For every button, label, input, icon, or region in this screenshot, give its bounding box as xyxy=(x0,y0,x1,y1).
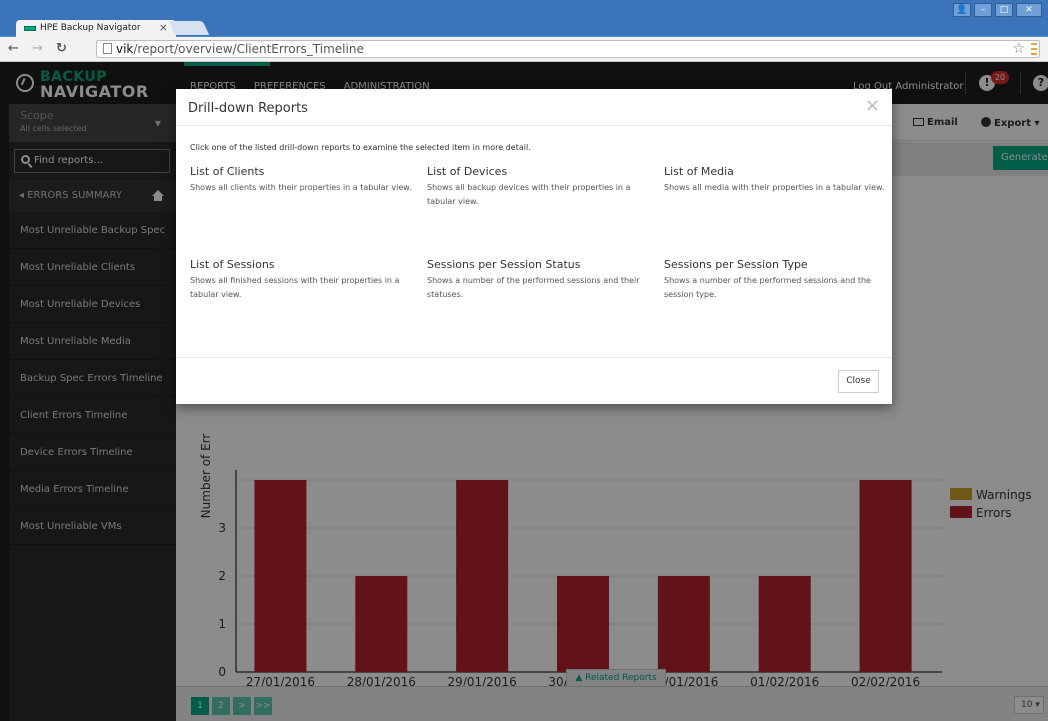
browser-toolbar: ← → ↻ vik/report/overview/ClientErrors_T… xyxy=(0,37,1048,62)
option-list-of-sessions[interactable]: List of Sessions Shows all finished sess… xyxy=(190,258,415,302)
option-list-of-media[interactable]: List of Media Shows all media with their… xyxy=(664,165,889,195)
browser-chrome: HPE Backup Navigator × 👤 – □ ✕ ← → ↻ vik… xyxy=(0,0,1048,62)
page-icon xyxy=(103,43,112,54)
browser-tab[interactable]: HPE Backup Navigator × xyxy=(16,20,176,37)
bookmark-star-icon[interactable]: ☆ xyxy=(1012,41,1025,57)
option-desc: Shows all media with their properties in… xyxy=(664,183,885,192)
maximize-icon[interactable]: □ xyxy=(995,3,1013,17)
option-title: List of Media xyxy=(664,165,734,178)
url-host: vik xyxy=(116,42,134,56)
option-desc: Shows a number of the performed sessions… xyxy=(664,276,871,299)
option-list-of-clients[interactable]: List of Clients Shows all clients with t… xyxy=(190,165,415,195)
close-button[interactable]: Close xyxy=(838,370,879,393)
option-title: Sessions per Session Type xyxy=(664,258,808,271)
option-desc: Shows all backup devices with their prop… xyxy=(427,183,631,206)
option-title: List of Devices xyxy=(427,165,508,178)
option-desc: Shows all clients with their properties … xyxy=(190,183,412,192)
modal-divider xyxy=(176,357,892,358)
minimize-icon[interactable]: – xyxy=(974,3,992,17)
option-desc: Shows a number of the performed sessions… xyxy=(427,276,640,299)
window-controls: 👤 – □ ✕ xyxy=(953,3,1042,19)
user-icon[interactable]: 👤 xyxy=(953,3,971,17)
option-title: List of Sessions xyxy=(190,258,275,271)
drilldown-modal: Drill-down Reports × Click one of the li… xyxy=(176,89,892,404)
modal-intro: Click one of the listed drill-down repor… xyxy=(190,143,531,152)
modal-divider xyxy=(176,125,892,126)
chrome-menu-icon[interactable] xyxy=(1031,43,1037,55)
url-path: /report/overview/ClientErrors_Timeline xyxy=(133,42,364,56)
close-icon[interactable]: × xyxy=(865,95,880,116)
option-title: Sessions per Session Status xyxy=(427,258,581,271)
reload-icon[interactable]: ↻ xyxy=(56,41,67,56)
tab-close-icon[interactable]: × xyxy=(159,21,168,34)
address-bar[interactable]: vik/report/overview/ClientErrors_Timelin… xyxy=(96,40,1040,58)
close-window-icon[interactable]: ✕ xyxy=(1016,3,1042,17)
back-arrow-icon[interactable]: ← xyxy=(8,41,19,56)
hpe-favicon-icon xyxy=(24,26,36,31)
option-title: List of Clients xyxy=(190,165,265,178)
tab-title: HPE Backup Navigator xyxy=(40,23,141,33)
option-sessions-per-type[interactable]: Sessions per Session Type Shows a number… xyxy=(664,258,889,302)
modal-title: Drill-down Reports xyxy=(188,101,308,116)
option-desc: Shows all finished sessions with their p… xyxy=(190,276,400,299)
option-list-of-devices[interactable]: List of Devices Shows all backup devices… xyxy=(427,165,652,209)
new-tab-button[interactable] xyxy=(168,21,210,35)
option-sessions-per-status[interactable]: Sessions per Session Status Shows a numb… xyxy=(427,258,652,302)
forward-arrow-icon[interactable]: → xyxy=(32,41,43,56)
